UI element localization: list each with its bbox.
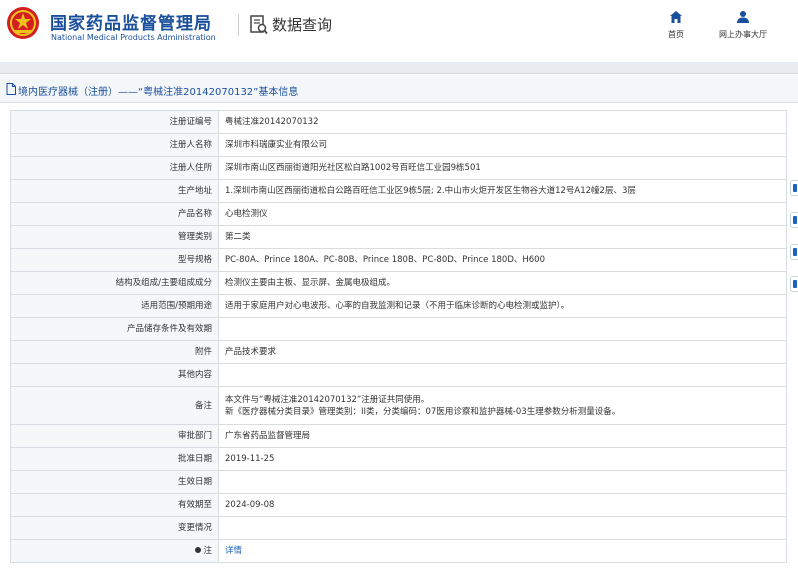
row-label: 产品名称 [10,202,219,226]
row-value: 产品技术要求 [218,340,787,364]
row-label: 适用范围/预期用途 [10,294,219,318]
national-emblem-icon [7,7,39,39]
row-value: 深圳市科瑞康实业有限公司 [218,133,787,157]
side-float-button[interactable] [790,212,798,228]
row-value: 心电检测仪 [218,202,787,226]
row-value: 检测仪主要由主板、显示屏、金属电极组成。 [218,271,787,295]
row-value: PC-80A、Prince 180A、PC-80B、Prince 180B、PC… [218,248,787,272]
row-label: 注册证编号 [10,110,219,134]
table-row: 注册证编号 粤械注准20142070132 [10,110,787,134]
row-label: 审批部门 [10,424,219,448]
row-value: 粤械注准20142070132 [218,110,787,134]
document-icon [6,83,16,95]
row-label: 变更情况 [10,516,219,540]
row-value: 广东省药品监督管理局 [218,424,787,448]
table-row: 备注 本文件与“粤械注准20142070132”注册证共同使用。 新《医疗器械分… [10,386,787,425]
nav-home-link[interactable]: 首页 [660,10,692,46]
table-row: 附件 产品技术要求 [10,340,787,364]
row-value [218,516,787,540]
side-float-button[interactable] [790,180,798,196]
table-row: 审批部门 广东省药品监督管理局 [10,424,787,448]
user-icon [737,11,749,23]
row-label: 结构及组成/主要组成成分 [10,271,219,295]
row-label: 其他内容 [10,363,219,387]
row-label: 备注 [10,386,219,425]
remark-line-2: 新《医疗器械分类目录》管理类别：II类，分类编码：07医用诊察和监护器械-03生… [225,406,621,417]
note-label: 注 [203,546,212,556]
row-label: 有效期至 [10,493,219,517]
table-row: 生产地址 1.深圳市南山区西丽街道松白公路百旺信工业区9栋5层; 2.中山市火炬… [10,179,787,203]
side-float-button[interactable] [790,244,798,260]
table-row: 注册人住所 深圳市南山区西丽街道阳光社区松白路1002号百旺信工业园9栋501 [10,156,787,180]
row-value: 2019-11-25 [218,447,787,471]
row-label: 生产地址 [10,179,219,203]
page-section-title: 数据查询 [272,16,333,34]
table-row: 型号规格 PC-80A、Prince 180A、PC-80B、Prince 18… [10,248,787,272]
table-row: 变更情况 [10,516,787,540]
nav-online-hall-label: 网上办事大厅 [719,30,767,39]
nav-online-hall-link[interactable]: 网上办事大厅 [712,10,774,46]
details-link[interactable]: 详情 [225,546,242,556]
table-row: 有效期至 2024-09-08 [10,493,787,517]
row-label: 注 [10,539,219,563]
table-row: 结构及组成/主要组成成分 检测仪主要由主板、显示屏、金属电极组成。 [10,271,787,295]
header-divider [238,14,239,36]
table-row: 其他内容 [10,363,787,387]
bullet-icon [195,547,202,553]
row-value: 1.深圳市南山区西丽街道松白公路百旺信工业区9栋5层; 2.中山市火炬开发区生物… [218,179,787,203]
side-float-button[interactable] [790,276,798,292]
record-title-bar: 境内医疗器械（注册）——“粤械注准20142070132”基本信息 [0,75,798,103]
row-label: 附件 [10,340,219,364]
brand-name-cn[interactable]: 国家药品监督管理局 [50,9,212,34]
table-row: 批准日期 2019-11-25 [10,447,787,471]
row-label: 管理类别 [10,225,219,249]
table-row: 适用范围/预期用途 适用于家庭用户对心电波形、心率的自我监测和记录（不用于临床诊… [10,294,787,318]
header-band [0,62,798,74]
site-header: 国家药品监督管理局 National Medical Products Admi… [0,0,798,62]
row-label: 注册人住所 [10,156,219,180]
remark-line-1: 本文件与“粤械注准20142070132”注册证共同使用。 [225,394,430,405]
row-value [218,470,787,494]
nav-home-label: 首页 [668,30,684,39]
table-row: 产品储存条件及有效期 [10,317,787,341]
row-label: 生效日期 [10,470,219,494]
table-row: 产品名称 心电检测仪 [10,202,787,226]
row-value: 深圳市南山区西丽街道阳光社区松白路1002号百旺信工业园9栋501 [218,156,787,180]
table-row: 管理类别 第二类 [10,225,787,249]
row-label: 批准日期 [10,447,219,471]
brand-name-en: National Medical Products Administration [51,33,216,42]
row-label: 型号规格 [10,248,219,272]
row-value: 详情 [218,539,787,563]
row-value: 本文件与“粤械注准20142070132”注册证共同使用。 新《医疗器械分类目录… [218,386,787,425]
record-title: 境内医疗器械（注册）——“粤械注准20142070132”基本信息 [18,87,299,98]
row-value: 第二类 [218,225,787,249]
table-row: 注 详情 [10,539,787,563]
side-tab-icon [793,184,797,192]
row-value [218,363,787,387]
table-row: 生效日期 [10,470,787,494]
row-value [218,317,787,341]
row-value: 2024-09-08 [218,493,787,517]
side-tab-icon [793,248,797,256]
table-row: 注册人名称 深圳市科瑞康实业有限公司 [10,133,787,157]
row-value: 适用于家庭用户对心电波形、心率的自我监测和记录（不用于临床诊断的心电检测或监护）… [218,294,787,318]
row-label: 注册人名称 [10,133,219,157]
home-icon [670,11,682,23]
data-query-icon [250,15,268,35]
row-label: 产品储存条件及有效期 [10,317,219,341]
registration-info-table: 注册证编号 粤械注准20142070132 注册人名称 深圳市科瑞康实业有限公司… [10,110,787,563]
side-tab-icon [793,216,797,224]
side-tab-icon [793,280,797,288]
